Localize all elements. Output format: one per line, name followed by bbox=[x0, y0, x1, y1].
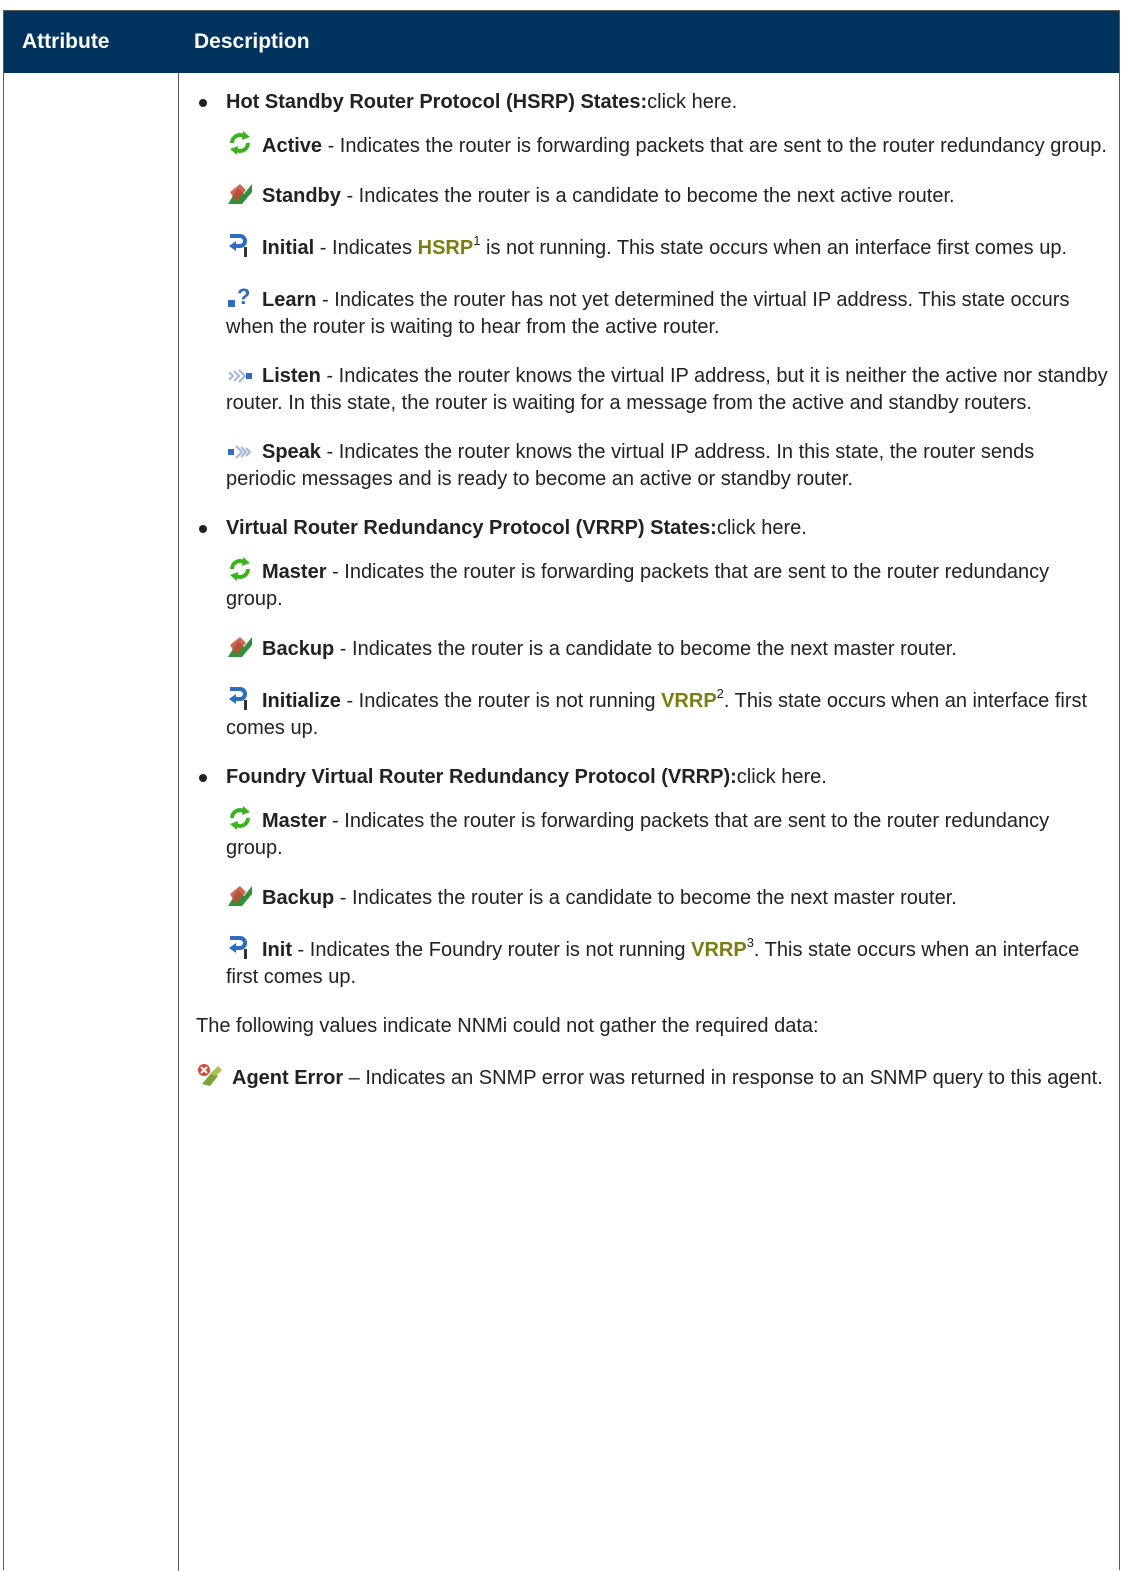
state-text: - Indicates the router is a candidate to… bbox=[340, 185, 955, 207]
attribute-table: Attribute Description Hot Standby Router… bbox=[3, 10, 1120, 1571]
table-body: Hot Standby Router Protocol (HSRP) State… bbox=[4, 73, 1119, 1571]
standby-icon bbox=[226, 635, 256, 659]
table-header: Attribute Description bbox=[4, 11, 1119, 73]
active-cycle-icon bbox=[226, 805, 256, 830]
click-here-link[interactable]: click here. bbox=[717, 517, 807, 539]
footnote-number: 2 bbox=[716, 686, 724, 701]
click-here-link[interactable]: click here. bbox=[737, 766, 827, 788]
protocol-bullet: Foundry Virtual Router Redundancy Protoc… bbox=[196, 764, 1109, 791]
state-item: Initialize - Indicates the router is not… bbox=[226, 685, 1109, 742]
state-item: Speak - Indicates the router knows the v… bbox=[226, 439, 1109, 493]
protocol-bullet: Virtual Router Redundancy Protocol (VRRP… bbox=[196, 515, 1109, 542]
state-text: - Indicates the router knows the virtual… bbox=[226, 441, 1035, 490]
learn-icon: ? bbox=[226, 284, 256, 309]
state-text: - Indicates the router knows the virtual… bbox=[226, 365, 1108, 414]
glossary-link[interactable]: VRRP bbox=[691, 939, 747, 961]
state-text: - Indicates the router is a candidate to… bbox=[334, 887, 957, 909]
state-name: Initial bbox=[262, 237, 315, 259]
header-attribute: Attribute bbox=[22, 30, 110, 53]
state-name: Learn bbox=[262, 289, 317, 311]
standby-icon bbox=[226, 182, 256, 206]
state-text: - Indicates the router is not running bbox=[340, 690, 662, 712]
standby-icon bbox=[226, 884, 256, 908]
bullet-dot bbox=[199, 774, 207, 782]
state-name: Init bbox=[262, 939, 292, 961]
column-divider bbox=[178, 73, 179, 1571]
state-name: Initialize bbox=[262, 690, 341, 712]
state-item: Standby - Indicates the router is a cand… bbox=[226, 182, 1109, 210]
state-name: Master bbox=[262, 810, 327, 832]
state-item: Initial - Indicates HSRP1 is not running… bbox=[226, 232, 1109, 262]
state-item: Init - Indicates the Foundry router is n… bbox=[226, 934, 1109, 991]
state-name: Agent Error bbox=[232, 1067, 344, 1089]
page: Attribute Description Hot Standby Router… bbox=[0, 0, 1125, 1571]
bullet-dot bbox=[199, 525, 207, 533]
agent-error-item: Agent Error – Indicates an SNMP error wa… bbox=[196, 1062, 1109, 1092]
speak-icon bbox=[226, 442, 256, 466]
state-text: - Indicates the router is forwarding pac… bbox=[226, 561, 1050, 610]
state-name: Listen bbox=[262, 365, 321, 387]
state-name: Active bbox=[262, 135, 323, 157]
agent-error-icon bbox=[196, 1062, 226, 1086]
state-name: Master bbox=[262, 561, 327, 583]
state-item: Master - Indicates the router is forward… bbox=[226, 556, 1109, 613]
state-text: - Indicates the router is forwarding pac… bbox=[226, 810, 1050, 859]
state-item: Active - Indicates the router is forward… bbox=[226, 130, 1109, 160]
initial-icon bbox=[226, 685, 256, 710]
description-cell: Hot Standby Router Protocol (HSRP) State… bbox=[196, 73, 1109, 1114]
state-item: Master - Indicates the router is forward… bbox=[226, 805, 1109, 862]
state-text: - Indicates the Foundry router is not ru… bbox=[292, 939, 692, 961]
state-name: Backup bbox=[262, 887, 335, 909]
active-cycle-icon bbox=[226, 556, 256, 581]
state-item: Listen - Indicates the router knows the … bbox=[226, 363, 1109, 417]
state-text: - Indicates the router is a candidate to… bbox=[334, 638, 957, 660]
protocol-bullet: Hot Standby Router Protocol (HSRP) State… bbox=[196, 89, 1109, 116]
listen-icon bbox=[226, 366, 256, 390]
state-item: Backup - Indicates the router is a candi… bbox=[226, 884, 1109, 912]
state-text: - Indicates bbox=[314, 237, 418, 259]
active-cycle-icon bbox=[226, 130, 256, 155]
glossary-link[interactable]: VRRP bbox=[661, 690, 717, 712]
initial-icon bbox=[226, 232, 256, 257]
footnote-number: 3 bbox=[746, 935, 754, 950]
state-text: - Indicates the router has not yet deter… bbox=[226, 289, 1070, 338]
state-text: - Indicates the router is forwarding pac… bbox=[322, 135, 1107, 157]
state-text: is not running. This state occurs when a… bbox=[480, 237, 1068, 259]
state-name: Standby bbox=[262, 185, 341, 207]
svg-text:?: ? bbox=[237, 284, 250, 309]
state-name: Backup bbox=[262, 638, 335, 660]
initial-icon bbox=[226, 934, 256, 959]
state-name: Speak bbox=[262, 441, 321, 463]
state-text: – Indicates an SNMP error was returned i… bbox=[343, 1067, 1103, 1089]
protocol-title: Foundry Virtual Router Redundancy Protoc… bbox=[226, 766, 737, 788]
state-item: ? Learn - Indicates the router has not ye… bbox=[226, 284, 1109, 341]
header-description: Description bbox=[194, 30, 310, 53]
state-item: Backup - Indicates the router is a candi… bbox=[226, 635, 1109, 663]
click-here-link[interactable]: click here. bbox=[647, 91, 737, 113]
note-text: The following values indicate NNMi could… bbox=[196, 1015, 819, 1037]
bullet-dot bbox=[199, 99, 207, 107]
protocol-title: Hot Standby Router Protocol (HSRP) State… bbox=[226, 91, 648, 113]
glossary-link[interactable]: HSRP bbox=[418, 237, 474, 259]
protocol-title: Virtual Router Redundancy Protocol (VRRP… bbox=[226, 517, 717, 539]
